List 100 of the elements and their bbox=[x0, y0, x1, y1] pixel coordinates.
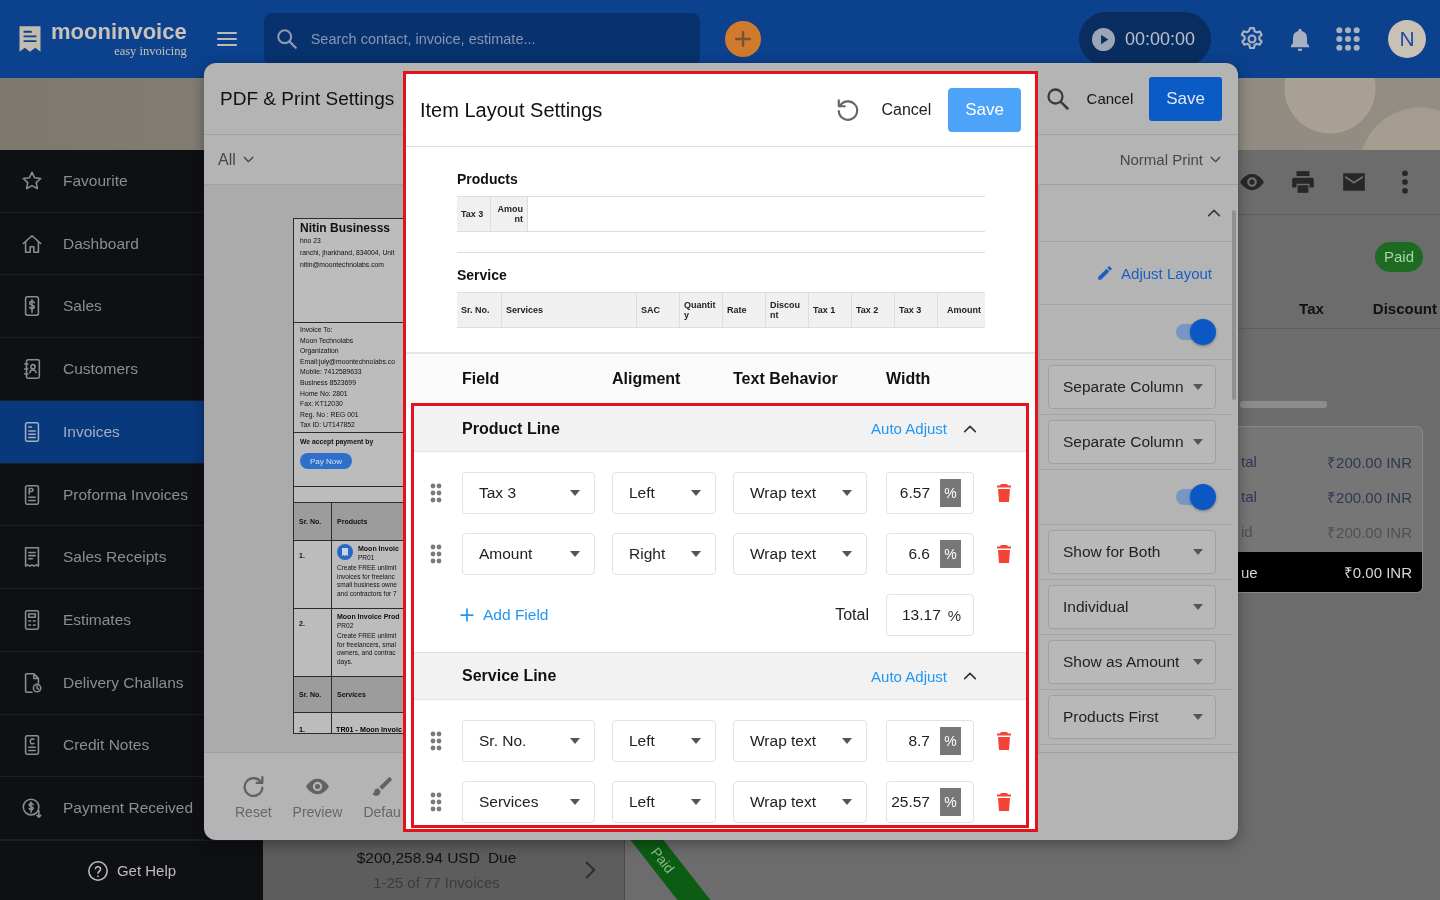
business-name: Nitin Businesss bbox=[300, 221, 392, 235]
delete-icon[interactable] bbox=[997, 732, 1011, 750]
total-field: 13.17 % bbox=[886, 594, 974, 636]
search-field[interactable]: Search contact, invoice, estimate... bbox=[263, 13, 700, 65]
dropdown[interactable]: Separate Column bbox=[1048, 365, 1216, 409]
scrollbar[interactable] bbox=[1232, 210, 1236, 400]
alignment-dropdown[interactable]: Right bbox=[612, 533, 716, 575]
text-behavior-dropdown[interactable]: Wrap text bbox=[733, 533, 867, 575]
table-header-cell: Amount bbox=[491, 197, 528, 231]
filter-dropdown[interactable]: All bbox=[218, 150, 255, 169]
unit-label: % bbox=[940, 479, 961, 507]
cancel-button[interactable]: Cancel bbox=[1086, 90, 1134, 107]
field-dropdown[interactable]: Services bbox=[462, 781, 595, 823]
search-icon[interactable] bbox=[1045, 86, 1070, 111]
field-dropdown[interactable]: Sr. No. bbox=[462, 720, 595, 762]
total-label: tal bbox=[1241, 453, 1257, 470]
caret-down-icon bbox=[691, 490, 701, 496]
dropdown[interactable]: Show as Amount bbox=[1048, 640, 1216, 684]
star-icon bbox=[21, 169, 43, 192]
column-header: Field bbox=[462, 369, 501, 388]
caret-down-icon bbox=[691, 551, 701, 557]
drag-handle-icon[interactable] bbox=[430, 731, 442, 751]
delete-icon[interactable] bbox=[997, 545, 1011, 563]
caret-down-icon bbox=[1193, 714, 1203, 720]
caret-down-icon bbox=[570, 490, 580, 496]
drag-handle-icon[interactable] bbox=[430, 544, 442, 564]
toggle-switch[interactable] bbox=[1176, 484, 1216, 510]
column-header: Aligment bbox=[612, 369, 682, 388]
toggle-switch[interactable] bbox=[1176, 319, 1216, 345]
brand-name: mooninvoice bbox=[51, 20, 187, 43]
table-header-cell: Quantity bbox=[680, 293, 723, 327]
table-header-cell: Tax 3 bbox=[895, 293, 938, 327]
delete-icon[interactable] bbox=[997, 793, 1011, 811]
field-dropdown[interactable]: Tax 3 bbox=[462, 472, 595, 514]
table-header-cell: Tax 2 bbox=[852, 293, 895, 327]
section-title: Product Line bbox=[462, 419, 560, 438]
total-label: Total bbox=[835, 606, 869, 624]
column-header: Text Behavior bbox=[733, 369, 839, 388]
table-header-cell: Discount bbox=[766, 293, 809, 327]
caret-down-icon bbox=[1193, 384, 1203, 390]
apps-grid-icon[interactable] bbox=[1335, 26, 1361, 52]
caret-down-icon bbox=[842, 799, 852, 805]
settings-icon[interactable] bbox=[1239, 26, 1265, 52]
total-label: tal bbox=[1241, 488, 1257, 505]
total-label: ue bbox=[1241, 563, 1258, 581]
width-field[interactable]: 6.57 % bbox=[886, 472, 974, 514]
table-header-cell: SAC bbox=[637, 293, 680, 327]
unit-label: % bbox=[940, 788, 961, 816]
alignment-dropdown[interactable]: Left bbox=[612, 720, 716, 762]
unit-label: % bbox=[940, 540, 961, 568]
table-header-cell: Amount bbox=[938, 293, 985, 327]
avatar[interactable]: N bbox=[1388, 20, 1426, 58]
home-icon bbox=[21, 232, 43, 255]
dropdown[interactable]: Show for Both bbox=[1048, 530, 1216, 574]
caret-down-icon bbox=[691, 738, 701, 744]
sidebar-item[interactable]: Invoices bbox=[0, 400, 204, 464]
pay-now-button[interactable]: Pay Now bbox=[300, 453, 352, 469]
text-behavior-dropdown[interactable]: Wrap text bbox=[733, 781, 867, 823]
timer-button[interactable]: 00:00:00 bbox=[1079, 12, 1211, 66]
add-button[interactable] bbox=[724, 21, 761, 57]
dollar-coin-icon bbox=[21, 797, 43, 820]
section-title: Service Line bbox=[462, 667, 557, 685]
width-field[interactable]: 8.7 % bbox=[886, 720, 974, 762]
caret-down-icon bbox=[1193, 659, 1203, 665]
drag-handle-icon[interactable] bbox=[430, 483, 442, 503]
caret-down-icon bbox=[842, 738, 852, 744]
help-icon bbox=[86, 859, 109, 882]
dropdown[interactable]: Separate Column bbox=[1048, 420, 1216, 464]
table-header-cell: Tax 1 bbox=[809, 293, 852, 327]
text-behavior-dropdown[interactable]: Wrap text bbox=[733, 720, 867, 762]
table-header-cell: Rate bbox=[723, 293, 766, 327]
drag-handle-icon[interactable] bbox=[430, 792, 442, 812]
cancel-button[interactable]: Cancel bbox=[881, 101, 932, 119]
column-header: Tax bbox=[1299, 299, 1324, 317]
due-label: Due bbox=[487, 849, 517, 867]
total-value: ₹200.00 INR bbox=[1327, 487, 1412, 507]
alignment-dropdown[interactable]: Left bbox=[612, 781, 716, 823]
field-dropdown[interactable]: Amount bbox=[462, 533, 595, 575]
caret-down-icon bbox=[570, 799, 580, 805]
delete-icon[interactable] bbox=[997, 484, 1011, 502]
text-behavior-dropdown[interactable]: Wrap text bbox=[733, 472, 867, 514]
dropdown[interactable]: Individual bbox=[1048, 585, 1216, 629]
preview-table-title: Service bbox=[457, 267, 507, 284]
scrollbar[interactable] bbox=[1240, 401, 1327, 408]
width-field[interactable]: 25.57 % bbox=[886, 781, 974, 823]
caret-down-icon bbox=[1193, 549, 1203, 555]
print-mode-dropdown[interactable]: Normal Print bbox=[1119, 151, 1222, 168]
printer-icon[interactable] bbox=[1290, 169, 1316, 195]
plus-icon bbox=[460, 608, 474, 622]
width-field[interactable]: 6.6 % bbox=[886, 533, 974, 575]
column-header: Discount bbox=[1372, 299, 1437, 317]
save-button[interactable]: Save bbox=[1149, 76, 1222, 121]
search-icon bbox=[275, 28, 298, 50]
caret-down-icon bbox=[570, 738, 580, 744]
alignment-dropdown[interactable]: Left bbox=[612, 472, 716, 514]
caret-down-icon bbox=[1193, 439, 1203, 445]
total-value: ₹200.00 INR bbox=[1327, 452, 1412, 472]
dialog-title: Item Layout Settings bbox=[420, 98, 603, 122]
more-icon[interactable] bbox=[1401, 170, 1409, 194]
dropdown[interactable]: Products First bbox=[1048, 695, 1216, 739]
